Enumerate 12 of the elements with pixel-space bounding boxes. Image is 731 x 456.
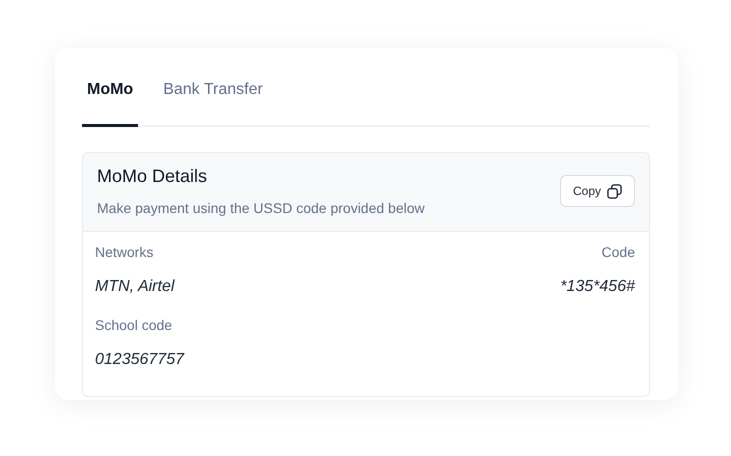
details-subtitle: Make payment using the USSD code provided below [97, 199, 425, 218]
field-value: *135*456# [560, 277, 635, 297]
field-value: 0123567757 [95, 350, 184, 370]
field-label: Networks [95, 243, 154, 262]
field-label: Code [602, 243, 635, 262]
field-label: School code [95, 316, 172, 335]
tab[interactable]: Bank Transfer [158, 78, 268, 127]
details-title: MoMo Details [97, 165, 208, 188]
copy-button[interactable]: Copy [560, 175, 635, 207]
tab[interactable]: MoMo [82, 78, 138, 127]
field-value: MTN, Airtel [95, 277, 174, 297]
copy-icon [607, 184, 622, 198]
